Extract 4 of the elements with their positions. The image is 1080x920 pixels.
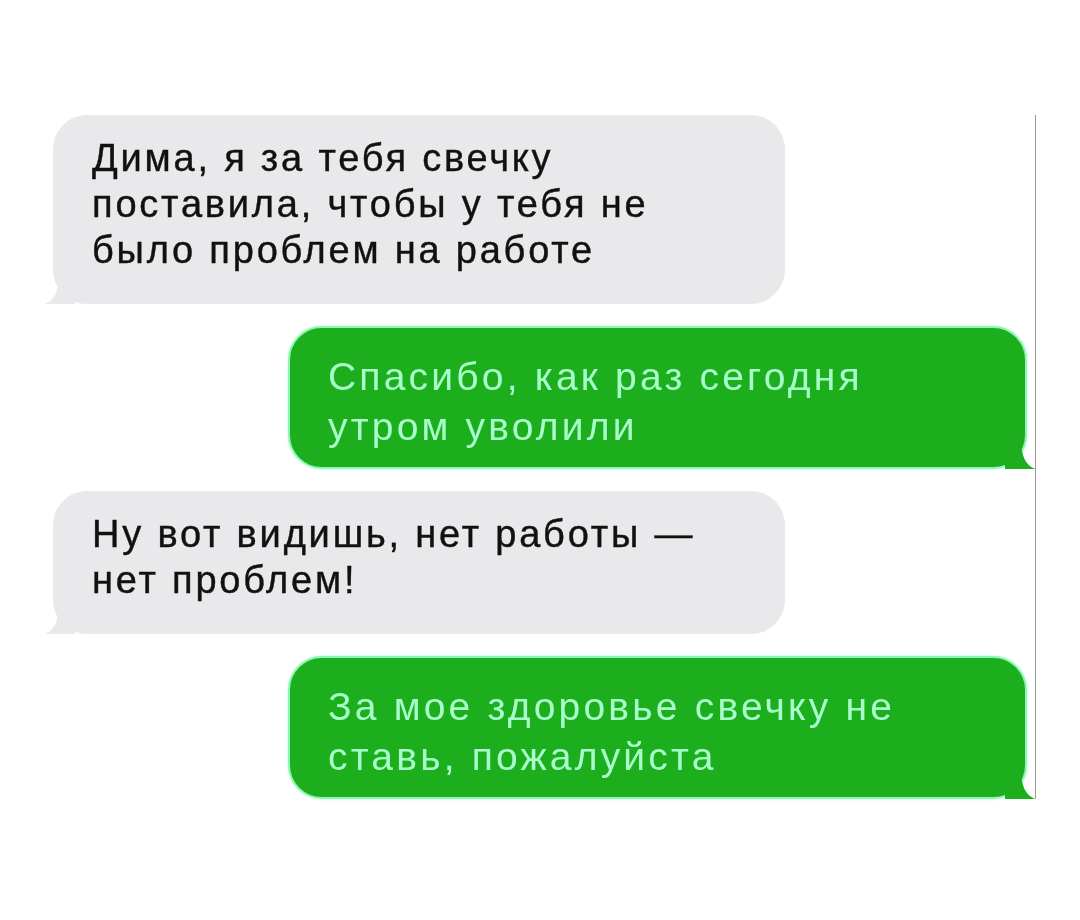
- message-text: Спасибо, как раз сегодня утром уволили: [328, 354, 864, 450]
- message-text: Ну вот видишь, нет работы — нет проблем!: [92, 512, 697, 603]
- message-text: За мое здоровье свечку не ставь, пожалуйста: [328, 684, 897, 780]
- message-text: Дима, я за тебя свечку поставила, чтобы у тебя не было проблем на работе: [92, 136, 650, 273]
